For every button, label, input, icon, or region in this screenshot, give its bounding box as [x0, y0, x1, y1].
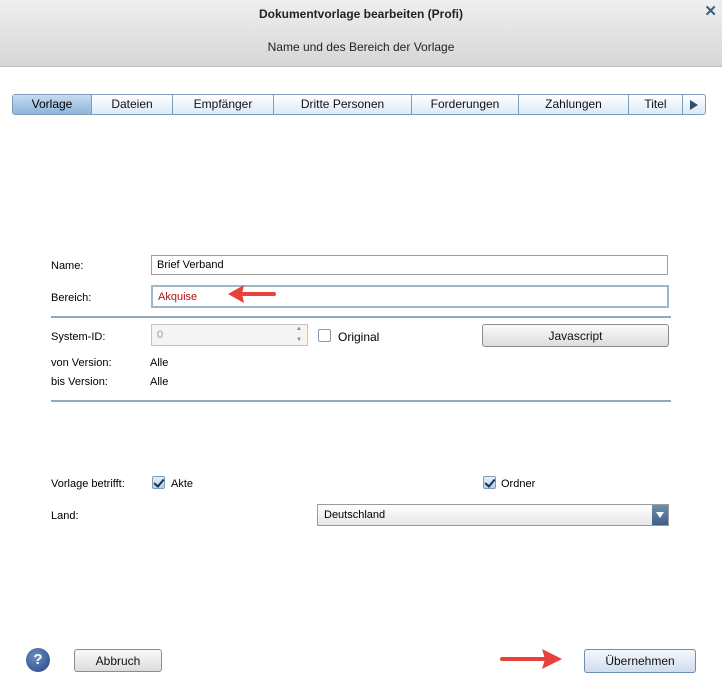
chevron-down-icon[interactable] — [652, 505, 668, 525]
title-bar: Dokumentvorlage bearbeiten (Profi) Name … — [0, 0, 722, 67]
tab-titel[interactable]: Titel — [629, 95, 683, 114]
land-select[interactable]: Deutschland — [317, 504, 669, 526]
annotation-arrow-icon — [500, 649, 562, 669]
javascript-button[interactable]: Javascript — [482, 324, 669, 347]
akte-checkbox[interactable] — [152, 476, 165, 489]
name-label: Name: — [51, 260, 84, 272]
divider-top — [51, 316, 671, 318]
original-checkbox[interactable] — [318, 329, 331, 342]
original-label: Original — [338, 330, 380, 344]
bereich-label: Bereich: — [51, 292, 92, 304]
land-label: Land: — [51, 510, 79, 522]
system-id-label: System-ID: — [51, 331, 106, 343]
annotation-arrow-icon — [228, 285, 276, 303]
ordner-checkbox[interactable] — [483, 476, 496, 489]
tab-empfaenger[interactable]: Empfänger — [173, 95, 274, 114]
tab-forderungen[interactable]: Forderungen — [412, 95, 519, 114]
von-version-label: von Version: — [51, 357, 112, 369]
name-input[interactable] — [151, 255, 668, 275]
tab-zahlungen[interactable]: Zahlungen — [519, 95, 629, 114]
vorlage-betrifft-label: Vorlage betrifft: — [51, 478, 125, 490]
tab-dritte-personen[interactable]: Dritte Personen — [274, 95, 412, 114]
akte-label: Akte — [171, 478, 194, 490]
cancel-button[interactable]: Abbruch — [74, 649, 162, 672]
close-icon[interactable]: ✕ — [704, 4, 717, 20]
tab-scroll-right-icon[interactable] — [683, 95, 705, 114]
spin-down-icon[interactable]: ▼ — [291, 335, 307, 346]
tab-dateien[interactable]: Dateien — [92, 95, 173, 114]
ordner-label: Ordner — [501, 478, 536, 490]
von-version-value: Alle — [150, 357, 169, 369]
tab-vorlage[interactable]: Vorlage — [13, 95, 92, 114]
spin-up-icon[interactable]: ▲ — [291, 324, 307, 335]
bis-version-value: Alle — [150, 376, 169, 388]
help-icon[interactable]: ? — [26, 648, 50, 672]
divider-bottom — [51, 400, 671, 402]
apply-button[interactable]: Übernehmen — [584, 649, 696, 673]
system-id-input[interactable] — [151, 324, 308, 346]
system-id-stepper[interactable]: ▲ ▼ — [291, 324, 307, 346]
bis-version-label: bis Version: — [51, 376, 108, 388]
window-title: Dokumentvorlage bearbeiten (Profi) — [258, 7, 464, 21]
tab-bar: Vorlage Dateien Empfänger Dritte Persone… — [12, 94, 706, 115]
window-subtitle: Name und des Bereich der Vorlage — [267, 40, 455, 54]
land-select-value: Deutschland — [324, 509, 386, 521]
